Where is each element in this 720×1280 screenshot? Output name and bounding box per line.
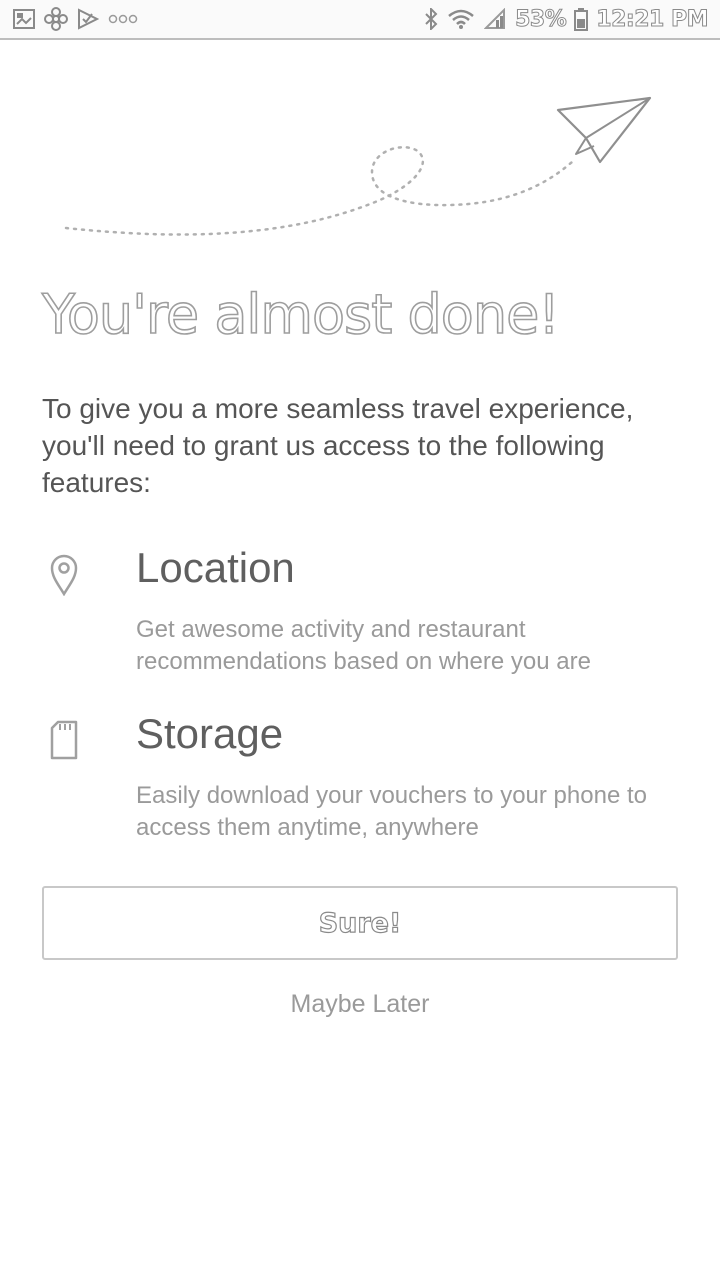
pinwheel-icon xyxy=(44,7,68,31)
status-bar-left xyxy=(12,7,138,31)
feature-description: Easily download your vouchers to your ph… xyxy=(136,782,647,841)
wifi-icon xyxy=(447,8,475,30)
feature-description: Get awesome activity and restaurant reco… xyxy=(136,616,591,675)
feature-title: Location xyxy=(136,544,295,591)
status-bar: 53% 12:21 PM xyxy=(0,0,720,40)
page-title: You're almost done! xyxy=(41,282,561,347)
maybe-later-link[interactable]: Maybe Later xyxy=(0,990,720,1019)
battery-percentage: 53% xyxy=(515,6,568,32)
signal-icon xyxy=(483,8,507,30)
bluetooth-icon xyxy=(423,8,439,30)
status-bar-right: 53% 12:21 PM xyxy=(423,6,709,32)
paper-plane-illustration xyxy=(64,96,652,236)
sure-button-label: Sure! xyxy=(318,907,402,939)
paper-plane-icon xyxy=(556,96,652,164)
battery-icon xyxy=(574,8,589,31)
sd-card-icon xyxy=(44,716,84,762)
gallery-icon xyxy=(12,8,36,30)
checkmark-icon xyxy=(76,8,100,30)
clock: 12:21 PM xyxy=(596,6,709,32)
intro-text: To give you a more seamless travel exper… xyxy=(42,393,634,498)
location-pin-icon xyxy=(44,550,84,597)
feature-title: Storage xyxy=(136,710,284,757)
more-dots-icon xyxy=(108,8,138,30)
sure-button[interactable]: Sure! xyxy=(42,886,678,960)
